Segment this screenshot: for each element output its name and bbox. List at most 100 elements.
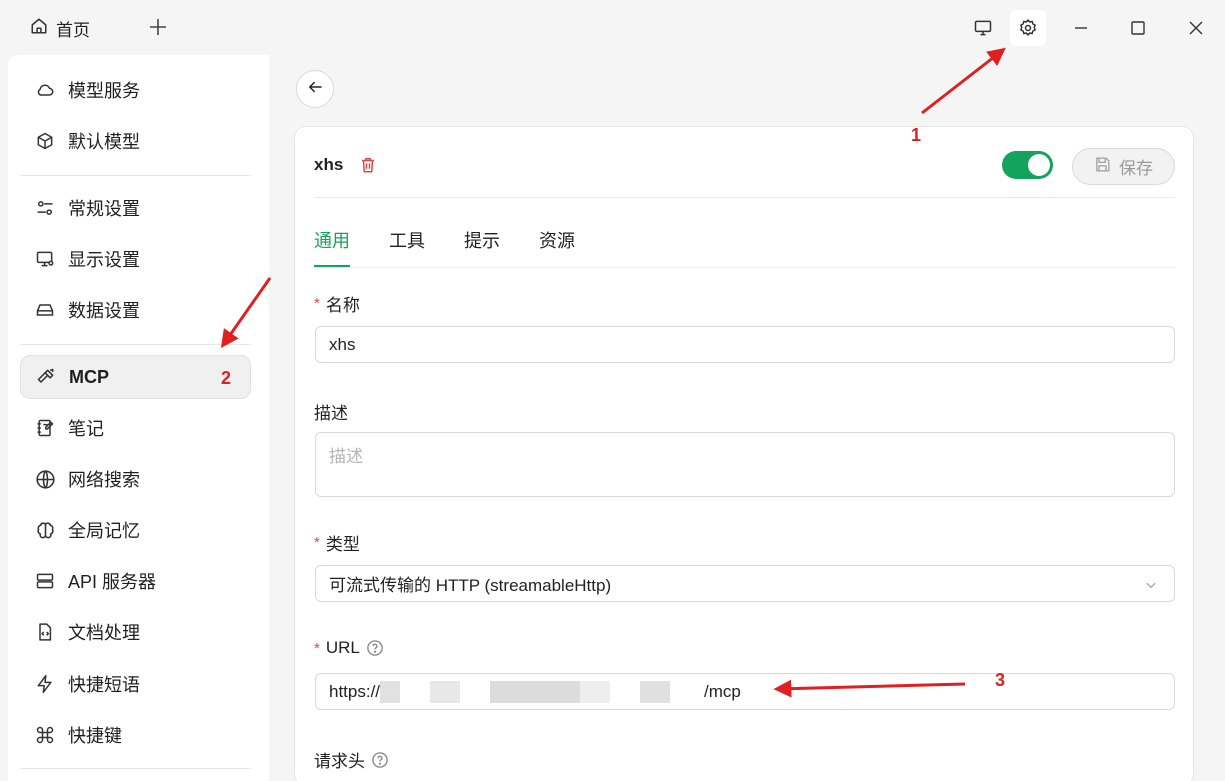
- home-icon: [30, 17, 48, 40]
- zap-icon: [34, 673, 56, 695]
- sidebar-item-global-memory[interactable]: 全局记忆: [20, 508, 251, 552]
- sidebar-item-label: 模型服务: [68, 81, 140, 101]
- description-label: 描述: [314, 399, 348, 424]
- save-label: 保存: [1119, 159, 1153, 178]
- headers-label-text: 请求头: [314, 752, 365, 771]
- close-icon[interactable]: [1178, 10, 1214, 46]
- brain-icon: [34, 519, 56, 541]
- description-input[interactable]: 描述: [315, 432, 1175, 497]
- url-label: * URL: [314, 638, 384, 658]
- tabs-divider: [314, 267, 1175, 268]
- sidebar-item-label: 显示设置: [68, 250, 140, 270]
- cube-icon: [34, 130, 56, 152]
- type-label: * 类型: [314, 530, 360, 555]
- sidebar-item-label: 默认模型: [68, 132, 140, 152]
- chevron-down-icon: [1144, 577, 1158, 591]
- sidebar-divider: [20, 344, 251, 345]
- url-prefix: https://: [329, 681, 381, 701]
- type-select[interactable]: 可流式传输的 HTTP (streamableHttp): [315, 565, 1175, 602]
- sidebar-item-model-service[interactable]: 模型服务: [20, 68, 251, 112]
- back-button[interactable]: [296, 70, 334, 108]
- sidebar-item-label: 常规设置: [68, 199, 140, 219]
- type-select-value: 可流式传输的 HTTP (streamableHttp): [329, 576, 612, 595]
- sidebar-item-api-server[interactable]: API 服务器: [20, 559, 251, 603]
- server-name: xhs: [314, 155, 344, 174]
- minimize-icon[interactable]: [1063, 10, 1099, 46]
- toggle-knob: [1028, 154, 1050, 176]
- redacted-url-part: [380, 680, 705, 703]
- required-mark: *: [314, 295, 320, 312]
- sidebar-item-quick-phrases[interactable]: 快捷短语: [20, 662, 251, 706]
- display-icon[interactable]: [965, 10, 1001, 46]
- settings-sidebar: 模型服务 默认模型 常规设置 显示设置 数据设置 MCP 笔记 网络搜索 全局记…: [8, 55, 269, 781]
- sidebar-item-label: 全局记忆: [68, 521, 140, 541]
- sidebar-item-general-settings[interactable]: 常规设置: [20, 186, 251, 230]
- url-label-text: URL: [325, 638, 360, 657]
- hammer-icon: [35, 366, 57, 388]
- server-enabled-toggle[interactable]: [1002, 151, 1053, 179]
- name-input[interactable]: xhs: [315, 326, 1175, 363]
- url-input[interactable]: https:// /mcp: [315, 673, 1175, 710]
- sidebar-item-document-processing[interactable]: 文档处理: [20, 610, 251, 654]
- tab-home[interactable]: 首页: [30, 16, 90, 40]
- sidebar-item-label: MCP: [69, 366, 109, 387]
- server-tabs: 通用 工具 提示 资源: [314, 227, 614, 267]
- mcp-server-card: xhs 保存 通用 工具 提示 资源 * 名称 xhs 描述 描述 * 类型 可…: [294, 126, 1194, 781]
- settings-gear-icon[interactable]: [1010, 10, 1046, 46]
- sidebar-item-default-model[interactable]: 默认模型: [20, 119, 251, 163]
- title-bar: 首页: [0, 0, 1225, 54]
- sidebar-item-display-settings[interactable]: 显示设置: [20, 237, 251, 281]
- sliders-icon: [34, 197, 56, 219]
- sidebar-item-label: 文档处理: [68, 623, 140, 643]
- sidebar-item-label: API 服务器: [68, 572, 157, 592]
- sidebar-item-label: 快捷短语: [68, 675, 140, 695]
- tab-prompts[interactable]: 提示: [464, 227, 500, 267]
- tab-general[interactable]: 通用: [314, 227, 350, 267]
- name-label: * 名称: [314, 291, 360, 316]
- sidebar-divider: [20, 768, 251, 769]
- server-icon: [34, 570, 56, 592]
- sidebar-item-label: 数据设置: [68, 301, 140, 321]
- sidebar-item-label: 快捷键: [68, 726, 122, 746]
- description-label-text: 描述: [314, 404, 348, 423]
- sidebar-divider: [20, 175, 251, 176]
- main-content: xhs 保存 通用 工具 提示 资源 * 名称 xhs 描述 描述 * 类型 可…: [270, 55, 1225, 781]
- annotation-number-1: 1: [911, 125, 922, 145]
- annotation-number-2: 2: [221, 368, 232, 388]
- required-mark: *: [314, 534, 320, 551]
- file-code-icon: [34, 621, 56, 643]
- sidebar-item-shortcuts[interactable]: 快捷键: [20, 713, 251, 757]
- maximize-icon[interactable]: [1120, 10, 1156, 46]
- required-mark: *: [314, 639, 320, 657]
- sidebar-item-web-search[interactable]: 网络搜索: [20, 457, 251, 501]
- add-tab-button[interactable]: [146, 15, 170, 39]
- globe-icon: [34, 468, 56, 490]
- url-suffix: /mcp: [704, 681, 741, 701]
- help-circle-icon[interactable]: [366, 639, 384, 657]
- sidebar-item-notes[interactable]: 笔记: [20, 406, 251, 450]
- annotation-number-3: 3: [995, 670, 1006, 690]
- trash-icon[interactable]: [359, 155, 377, 175]
- description-placeholder: 描述: [329, 447, 363, 466]
- name-input-value: xhs: [329, 334, 356, 354]
- save-button[interactable]: 保存: [1072, 148, 1175, 185]
- notebook-icon: [34, 417, 56, 439]
- tab-resources[interactable]: 资源: [539, 227, 575, 267]
- hard-drive-icon: [34, 299, 56, 321]
- sidebar-item-label: 笔记: [68, 419, 104, 439]
- url-value: https:// /mcp: [329, 680, 741, 703]
- sidebar-item-mcp[interactable]: MCP: [20, 355, 251, 399]
- tab-tools[interactable]: 工具: [389, 227, 425, 267]
- monitor-settings-icon: [34, 248, 56, 270]
- name-label-text: 名称: [325, 296, 360, 315]
- command-icon: [34, 724, 56, 746]
- tab-home-label: 首页: [56, 20, 90, 40]
- save-icon: [1094, 156, 1111, 178]
- arrow-left-icon: [306, 78, 324, 101]
- type-label-text: 类型: [325, 535, 360, 554]
- help-circle-icon[interactable]: [371, 751, 389, 769]
- cloud-icon: [34, 79, 56, 101]
- header-divider: [314, 197, 1175, 198]
- sidebar-item-label: 网络搜索: [68, 470, 140, 490]
- sidebar-item-data-settings[interactable]: 数据设置: [20, 288, 251, 332]
